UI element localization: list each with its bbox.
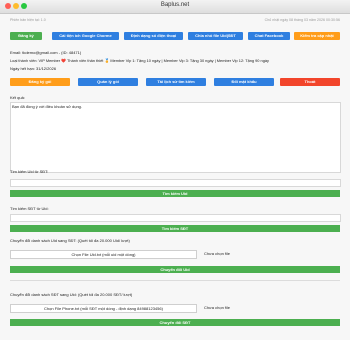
search-phone-button[interactable]: Tìm kiếm SĐT <box>10 225 340 232</box>
section-divider <box>10 280 340 281</box>
convert-uid-button[interactable]: Chuyển đổi Uid <box>10 266 340 273</box>
convert-uid-label: Chuyển đổi danh sách Uid sang SĐT: (Quét… <box>10 238 130 243</box>
result-textarea[interactable]: Bạn đã đồng ý với điều khoản sử dụng. <box>10 102 341 173</box>
account-level: Loại thành viên: VIP Member ❤️ Thành viê… <box>10 58 269 63</box>
choose-phone-file-button[interactable]: Chọn File Phone.txt (mỗi SĐT một dòng - … <box>10 304 197 313</box>
format-phone-button[interactable]: Định dạng số điện thoại <box>124 32 183 40</box>
choose-uid-file-button[interactable]: Chọn File Uid.txt (mỗi uid một dòng) <box>10 250 197 259</box>
window-title: Baplus.net <box>160 2 190 8</box>
app-window: Baplus.net Phiên bản hiện tại: 1.0 Chủ n… <box>0 0 350 340</box>
phone-file-status: Chưa chọn file <box>204 305 231 310</box>
convert-phone-label: Chuyển đổi danh sách SĐT sang Uid: (Quét… <box>10 292 133 297</box>
result-label: Kết quả: <box>10 95 25 100</box>
version-text: Phiên bản hiện tại: 1.0 <box>10 18 46 22</box>
title-bar: Baplus.net <box>0 0 350 14</box>
register-button[interactable]: Đăng ký <box>10 32 42 40</box>
uid-file-status: Chưa chọn file <box>204 251 231 256</box>
install-chrome-extension-button[interactable]: Cài tiện ích Google Chorme <box>52 32 119 40</box>
search-phone-label: Tìm kiếm SĐT từ Uid: <box>10 206 49 211</box>
account-expiry: Ngày hết hạn: 31/12/2026 <box>10 66 57 71</box>
manage-package-button[interactable]: Quản lý gói <box>78 78 138 86</box>
check-update-button[interactable]: Kiểm tra cập nhật <box>294 32 340 40</box>
search-phone-input[interactable] <box>10 214 341 222</box>
result-text: Bạn đã đồng ý với điều khoản sử dụng. <box>12 104 83 109</box>
account-email: Email: tkdemo@gmail.com - (ID: 48471) <box>10 50 82 55</box>
search-uid-input[interactable] <box>10 179 341 187</box>
change-password-button[interactable]: Đổi mật khẩu <box>214 78 274 86</box>
buy-package-button[interactable]: Đăng ký gói <box>10 78 70 86</box>
logout-button[interactable]: Thoát <box>280 78 340 86</box>
download-history-button[interactable]: Tải lịch sử tìm kiếm <box>146 78 206 86</box>
search-uid-button[interactable]: Tìm kiếm Uid <box>10 190 340 197</box>
datetime-text: Chủ nhật ngày 08 tháng 03 năm 2026 00:30… <box>264 18 340 22</box>
chat-facebook-button[interactable]: Chat Facebook <box>248 32 290 40</box>
convert-phone-button[interactable]: Chuyển đổi SĐT <box>10 319 340 326</box>
split-file-button[interactable]: Chia nhỏ file Uid|SĐT <box>188 32 243 40</box>
main-content: Phiên bản hiện tại: 1.0 Chủ nhật ngày 08… <box>0 14 350 340</box>
search-uid-label: Tìm kiếm Uid từ SĐT: <box>10 169 49 174</box>
